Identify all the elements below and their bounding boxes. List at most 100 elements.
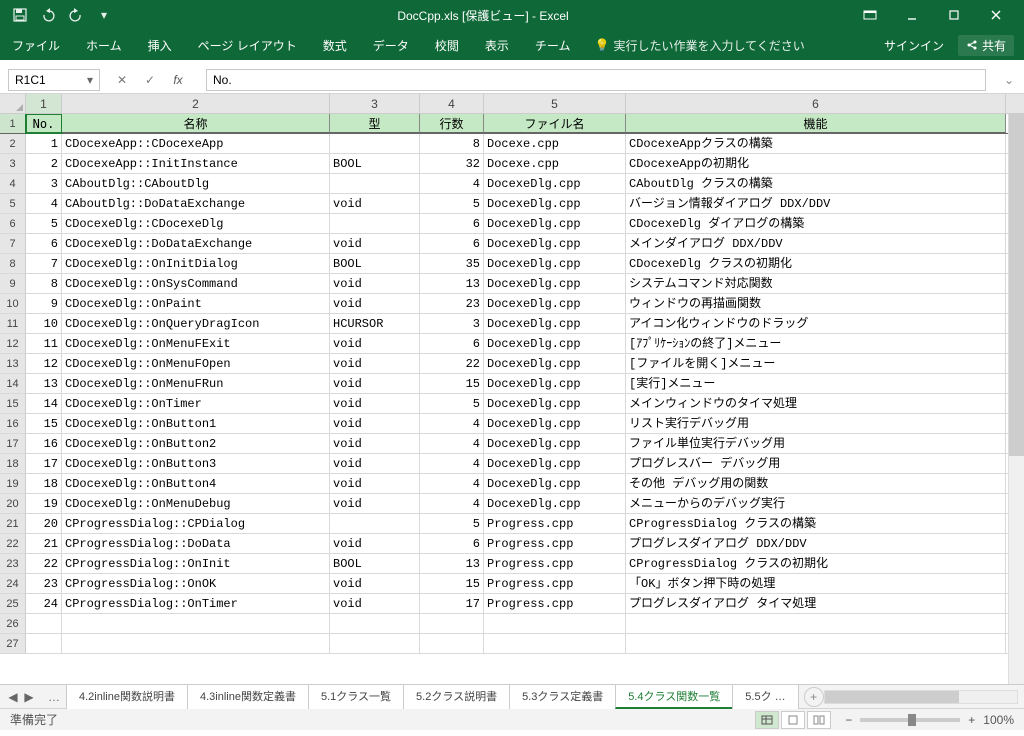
cell[interactable]: CDocexeDlg::OnMenuFOpen	[62, 354, 330, 373]
cell[interactable]: CDocexeDlg ダイアログの構築	[626, 214, 1006, 233]
cell[interactable]	[330, 134, 420, 153]
redo-button[interactable]	[64, 3, 88, 27]
tab-insert[interactable]: 挿入	[146, 31, 174, 60]
share-button[interactable]: 共有	[958, 35, 1014, 56]
cell[interactable]: void	[330, 594, 420, 613]
cell[interactable]: Progress.cpp	[484, 594, 626, 613]
row-header[interactable]: 2	[0, 134, 26, 153]
cell[interactable]: DocexeDlg.cpp	[484, 274, 626, 293]
cell[interactable]	[26, 614, 62, 633]
tab-team[interactable]: チーム	[533, 31, 573, 60]
row-header[interactable]: 20	[0, 494, 26, 513]
cell[interactable]: void	[330, 574, 420, 593]
cell[interactable]: 17	[26, 454, 62, 473]
cell[interactable]: BOOL	[330, 254, 420, 273]
cell[interactable]: 23	[26, 574, 62, 593]
cell[interactable]: CDocexeDlg::OnQueryDragIcon	[62, 314, 330, 333]
cell[interactable]: CDocexeDlg::OnButton4	[62, 474, 330, 493]
cell[interactable]: DocexeDlg.cpp	[484, 434, 626, 453]
cell[interactable]	[484, 634, 626, 653]
cell[interactable]: DocexeDlg.cpp	[484, 174, 626, 193]
cell[interactable]: CAboutDlg クラスの構築	[626, 174, 1006, 193]
sheet-nav-next[interactable]: ▶	[22, 690, 36, 704]
row-header[interactable]: 1	[0, 114, 26, 133]
row-header[interactable]: 13	[0, 354, 26, 373]
cell[interactable]: 行数	[420, 114, 484, 133]
row-header[interactable]: 25	[0, 594, 26, 613]
cell[interactable]: 「OK」ボタン押下時の処理	[626, 574, 1006, 593]
sheet-tab[interactable]: 5.1クラス一覧	[308, 684, 404, 709]
cell[interactable]: CProgressDialog::OnOK	[62, 574, 330, 593]
view-pagebreak-button[interactable]	[807, 711, 831, 729]
cell[interactable]: プログレスダイアログ タイマ処理	[626, 594, 1006, 613]
cell[interactable]: 4	[420, 174, 484, 193]
cell[interactable]: アイコン化ウィンドウのドラッグ	[626, 314, 1006, 333]
cell[interactable]: void	[330, 474, 420, 493]
cell[interactable]: CProgressDialog クラスの構築	[626, 514, 1006, 533]
cell[interactable]: メインウィンドウのタイマ処理	[626, 394, 1006, 413]
sheet-tab[interactable]: 5.3クラス定義書	[509, 684, 616, 709]
col-header-4[interactable]: 4	[420, 94, 484, 113]
row-header[interactable]: 7	[0, 234, 26, 253]
cell[interactable]: その他 デバッグ用の関数	[626, 474, 1006, 493]
horizontal-scrollbar[interactable]	[824, 690, 1018, 704]
tab-data[interactable]: データ	[371, 31, 411, 60]
cell[interactable]: 21	[26, 534, 62, 553]
cell[interactable]: DocexeDlg.cpp	[484, 234, 626, 253]
cell[interactable]: CDocexeDlg::OnSysCommand	[62, 274, 330, 293]
cell[interactable]: Progress.cpp	[484, 574, 626, 593]
cell[interactable]: CDocexeDlg::OnMenuFRun	[62, 374, 330, 393]
cell[interactable]: ファイル単位実行デバッグ用	[626, 434, 1006, 453]
cell[interactable]: 4	[420, 454, 484, 473]
formula-bar[interactable]: No.	[206, 69, 986, 91]
cell[interactable]: 23	[420, 294, 484, 313]
view-normal-button[interactable]	[755, 711, 779, 729]
cell[interactable]: CDocexeDlg::OnButton2	[62, 434, 330, 453]
row-header[interactable]: 19	[0, 474, 26, 493]
row-header[interactable]: 15	[0, 394, 26, 413]
cell[interactable]: CDocexeApp::CDocexeApp	[62, 134, 330, 153]
cell[interactable]: メニューからのデバッグ実行	[626, 494, 1006, 513]
cell[interactable]: void	[330, 534, 420, 553]
cell[interactable]: CDocexeDlg::OnInitDialog	[62, 254, 330, 273]
tab-home[interactable]: ホーム	[84, 31, 124, 60]
cell[interactable]: 5	[26, 214, 62, 233]
view-pagelayout-button[interactable]	[781, 711, 805, 729]
tab-file[interactable]: ファイル	[10, 31, 62, 60]
cell[interactable]: No.	[26, 114, 62, 133]
row-header[interactable]: 21	[0, 514, 26, 533]
cell[interactable]: 4	[26, 194, 62, 213]
cell[interactable]: 3	[26, 174, 62, 193]
signin-link[interactable]: サインイン	[882, 31, 946, 60]
vertical-scrollbar[interactable]	[1008, 114, 1024, 684]
cell[interactable]: 8	[420, 134, 484, 153]
row-header[interactable]: 14	[0, 374, 26, 393]
tab-pagelayout[interactable]: ページ レイアウト	[196, 31, 299, 60]
cell[interactable]: CDocexeDlg::OnTimer	[62, 394, 330, 413]
cell[interactable]: void	[330, 394, 420, 413]
cell[interactable]: void	[330, 434, 420, 453]
select-all-corner[interactable]	[0, 94, 26, 113]
row-header[interactable]: 5	[0, 194, 26, 213]
cell[interactable]: 14	[26, 394, 62, 413]
cell[interactable]: CAboutDlg::CAboutDlg	[62, 174, 330, 193]
zoom-level[interactable]: 100%	[983, 713, 1014, 727]
cell[interactable]: [ｱﾌﾟﾘｹｰｼｮﾝの終了]メニュー	[626, 334, 1006, 353]
cell[interactable]: 6	[26, 234, 62, 253]
row-header[interactable]: 10	[0, 294, 26, 313]
cell[interactable]: CDocexeDlg::CDocexeDlg	[62, 214, 330, 233]
cell[interactable]: DocexeDlg.cpp	[484, 454, 626, 473]
cell[interactable]: 5	[420, 394, 484, 413]
cell[interactable]: 4	[420, 434, 484, 453]
row-header[interactable]: 24	[0, 574, 26, 593]
cell[interactable]	[26, 634, 62, 653]
cell[interactable]: CProgressDialog::OnInit	[62, 554, 330, 573]
sheet-nav-prev[interactable]: ◀	[6, 690, 20, 704]
cell[interactable]: Progress.cpp	[484, 514, 626, 533]
sheet-tab[interactable]: 4.3inline関数定義書	[187, 684, 309, 709]
cell[interactable]: [ファイルを開く]メニュー	[626, 354, 1006, 373]
cell[interactable]: void	[330, 354, 420, 373]
sheet-tab[interactable]: 5.5ク …	[732, 684, 798, 709]
row-header[interactable]: 18	[0, 454, 26, 473]
cell[interactable]: CProgressDialog::DoData	[62, 534, 330, 553]
